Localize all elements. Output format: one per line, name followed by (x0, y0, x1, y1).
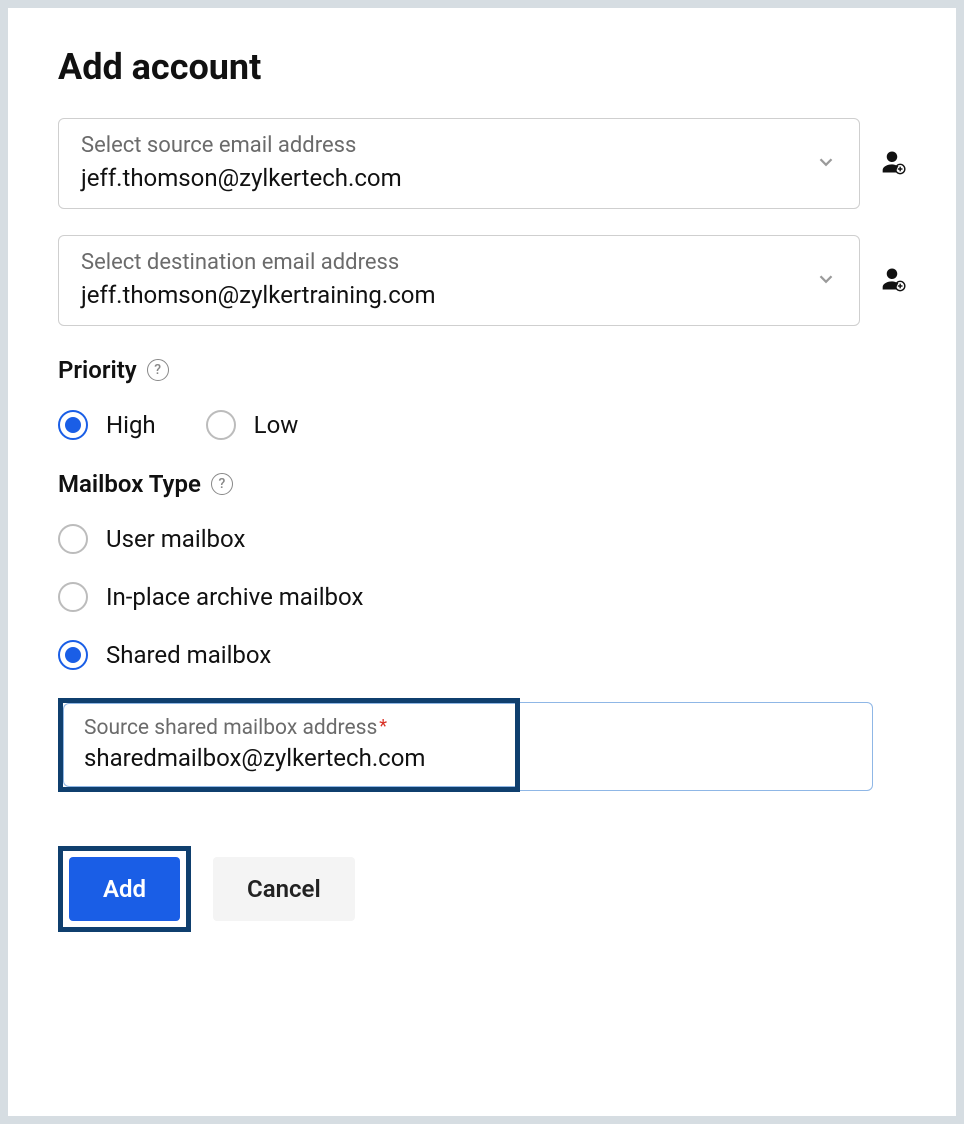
priority-label: Priority ? (58, 356, 906, 384)
chevron-down-icon (815, 151, 837, 177)
destination-row: Select destination email address jeff.th… (58, 235, 906, 326)
priority-label-text: Priority (58, 356, 137, 384)
add-button-highlight: Add (58, 846, 191, 932)
button-row: Add Cancel (58, 846, 906, 932)
priority-radio-high[interactable]: High (58, 410, 156, 440)
required-asterisk: * (379, 716, 387, 737)
mailbox-radio-shared[interactable]: Shared mailbox (58, 640, 906, 670)
radio-label: Shared mailbox (106, 641, 271, 669)
destination-email-select[interactable]: Select destination email address jeff.th… (58, 235, 860, 326)
radio-label: Low (254, 411, 299, 439)
radio-label: In-place archive mailbox (106, 583, 363, 611)
radio-icon (58, 582, 88, 612)
destination-email-value: jeff.thomson@zylkertraining.com (81, 281, 837, 309)
help-icon[interactable]: ? (147, 359, 169, 381)
radio-icon (206, 410, 236, 440)
mailbox-radio-archive[interactable]: In-place archive mailbox (58, 582, 906, 612)
add-user-icon[interactable] (878, 148, 906, 180)
mailbox-radio-user[interactable]: User mailbox (58, 524, 906, 554)
source-row: Select source email address jeff.thomson… (58, 118, 906, 209)
radio-icon (58, 410, 88, 440)
cancel-button[interactable]: Cancel (213, 857, 355, 921)
source-email-select[interactable]: Select source email address jeff.thomson… (58, 118, 860, 209)
shared-mailbox-input-label: Source shared mailbox address* (84, 716, 495, 740)
radio-icon (58, 524, 88, 554)
source-email-label: Select source email address (81, 133, 837, 158)
add-button[interactable]: Add (69, 857, 180, 921)
destination-email-label: Select destination email address (81, 250, 837, 275)
page-title: Add account (58, 46, 906, 88)
shared-mailbox-input[interactable] (84, 744, 495, 772)
add-user-icon[interactable] (878, 265, 906, 297)
shared-mailbox-input-extension[interactable] (520, 702, 873, 791)
mailbox-type-label-text: Mailbox Type (58, 470, 201, 498)
priority-options: High Low (58, 410, 906, 440)
radio-label: User mailbox (106, 525, 245, 553)
chevron-down-icon (815, 268, 837, 294)
shared-mailbox-highlight: Source shared mailbox address* (58, 698, 520, 792)
add-account-panel: Add account Select source email address … (8, 8, 956, 1116)
mailbox-type-label: Mailbox Type ? (58, 470, 906, 498)
priority-radio-low[interactable]: Low (206, 410, 299, 440)
shared-mailbox-input-container[interactable]: Source shared mailbox address* (63, 703, 515, 787)
source-email-value: jeff.thomson@zylkertech.com (81, 164, 837, 192)
radio-label: High (106, 411, 156, 439)
radio-icon (58, 640, 88, 670)
help-icon[interactable]: ? (211, 473, 233, 495)
